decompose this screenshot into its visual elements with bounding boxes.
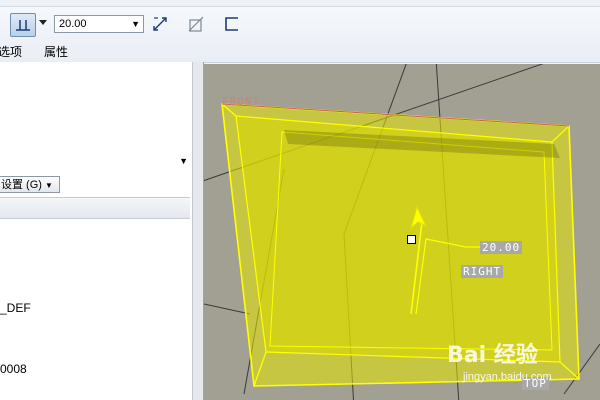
panel-scrollbar[interactable]: [192, 62, 204, 400]
watermark-url: jingyan.baidu.com: [463, 371, 552, 383]
thicken-button[interactable]: [222, 14, 242, 34]
extrude-dashboard: 20.00 ▼ 选项 属性: [0, 0, 600, 63]
depth-value-input[interactable]: 20.00 ▼: [54, 15, 144, 33]
right-plane-label: RIGHT: [461, 265, 504, 278]
chevron-down-icon[interactable]: ▼: [131, 16, 140, 32]
depth-value-text: 20.00: [59, 18, 87, 30]
tab-options[interactable]: 选项: [0, 43, 22, 60]
tree-item[interactable]: 0008: [0, 362, 27, 376]
remove-material-button[interactable]: [186, 14, 206, 34]
tree-column-header: [0, 197, 190, 219]
chevron-down-icon: ▼: [45, 181, 53, 190]
tree-item[interactable]: _DEF: [0, 301, 31, 315]
remove-material-icon: [188, 16, 204, 32]
model-tree-dropdown[interactable]: ▼: [0, 154, 190, 170]
dropdown-arrow-icon: [39, 20, 47, 25]
front-plane-label: FRONT: [222, 95, 261, 108]
flip-direction-icon: [153, 17, 167, 31]
depth-options-dropdown[interactable]: [38, 18, 48, 28]
menu-strip: [0, 0, 600, 7]
depth-blind-button[interactable]: [10, 13, 36, 37]
settings-button[interactable]: 设置 (G) ▼: [0, 176, 60, 193]
flip-direction-button[interactable]: [150, 14, 170, 34]
thicken-icon: [225, 17, 238, 31]
watermark-logo-icon: Bai 经验: [447, 343, 538, 368]
drag-handle[interactable]: [407, 235, 416, 244]
depth-blind-icon: [16, 20, 30, 31]
settings-label: 设置 (G): [1, 179, 42, 191]
model-tree-panel: ▼ 设置 (G) ▼ _DEF 0008: [0, 62, 193, 400]
depth-dimension-value[interactable]: 20.00: [480, 241, 523, 254]
chevron-down-icon: ▼: [179, 156, 188, 166]
tab-properties[interactable]: 属性: [44, 43, 68, 60]
